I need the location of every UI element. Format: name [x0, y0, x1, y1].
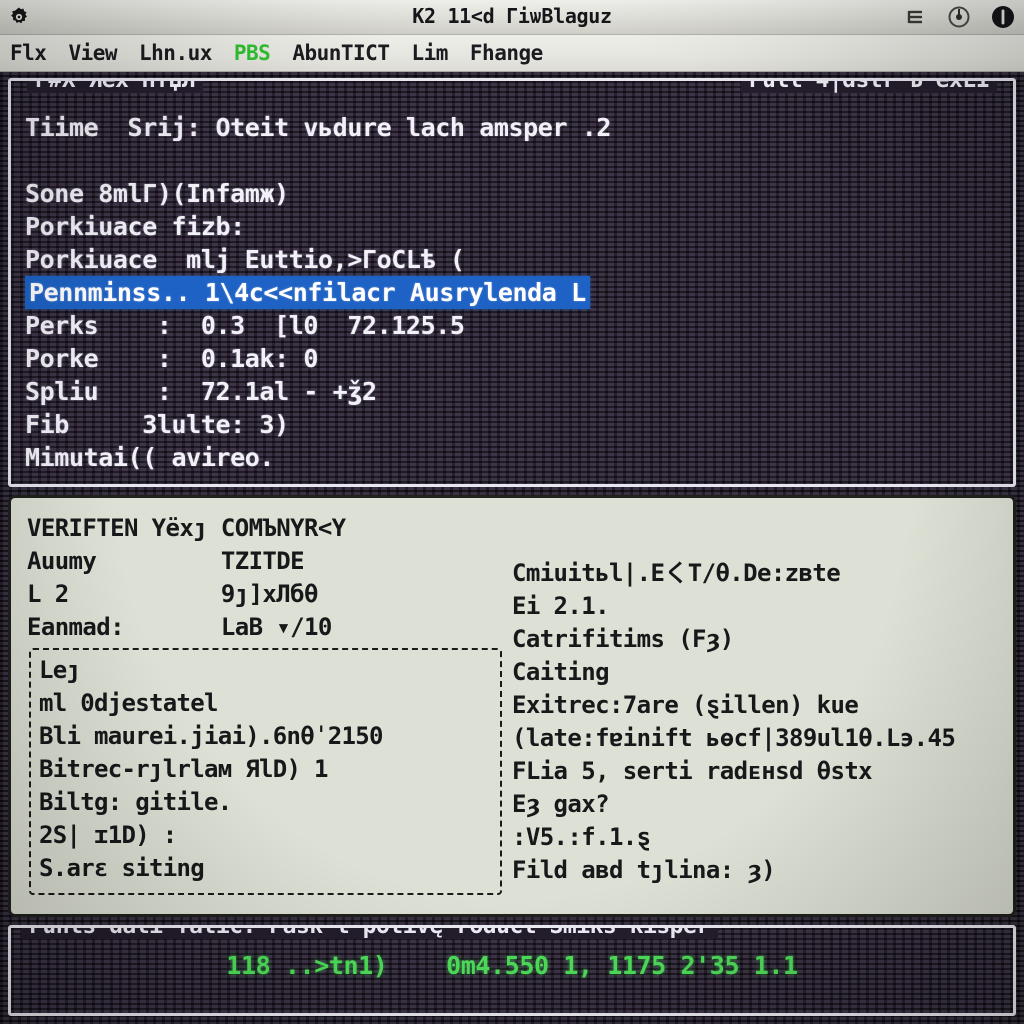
info-right-line: :V5.:f.1.ȿ [512, 823, 651, 851]
close-icon[interactable] [990, 4, 1016, 30]
terminal-panel[interactable]: P#X Яex ПТЏЛ Full 4|dstr Ѣ exL1 Tiime Sr… [8, 78, 1016, 487]
info-panel-right-column: Cmiuitьl|.EくT/θ.De:zвte Ei 2.1. Catrifit… [512, 512, 1001, 904]
terminal-selected-line[interactable]: Pennminss.. 1\4c<<nfilacr Ausrylenda L [25, 276, 590, 309]
window-controls [902, 0, 1016, 34]
info-right-line: Caiting [512, 658, 610, 686]
menu-item-lhnux[interactable]: Lhn.ux [139, 41, 212, 65]
info-left-line: VERIFTEN Yёxȷ COMЪNYR<Y [27, 514, 346, 542]
terminal-line: Sone 8mlГ)(Infamж) [25, 179, 289, 208]
menu-item-lim[interactable]: Lim [411, 41, 448, 65]
status-legend-text: Funls dali Tatic. Pask t potivę roduct S… [21, 928, 718, 939]
info-panel-container: VERIFTEN Yёxȷ COMЪNYR<Y Auumy TZITDE L 2… [0, 491, 1024, 921]
terminal-line: Porkiuace mlj Euttio,>ГоCLѣ ( [25, 245, 465, 274]
app-gear-icon[interactable] [4, 2, 34, 32]
application-window: K2 11<d ГіѡBlaguz Flx View Lhn.ux PBS Ab… [0, 0, 1024, 1024]
minimize-icon[interactable] [902, 4, 928, 30]
dashed-box-line: ml 0djestatel [39, 689, 218, 717]
dashed-box-line: Bitrec-rȷlrlaм ЯlD) 1 [39, 755, 328, 783]
status-panel-container: Funls dali Tatic. Pask t potivę roduct S… [0, 921, 1024, 1024]
menu-item-abuntict[interactable]: AbunTICT [292, 41, 390, 65]
menu-bar: Flx View Lhn.ux PBS AbunTICT Lim Fhange [0, 35, 1024, 72]
status-legend: Funls dali Tatic. Pask t potivę roduct S… [21, 928, 1003, 941]
terminal-panel-container: P#X Яex ПТЏЛ Full 4|dstr Ѣ exL1 Tiime Sr… [0, 72, 1024, 491]
dashed-box-line: Biltg: gitile. [39, 788, 232, 816]
info-right-line: FLia 5, serti radᴇнsd θstx [512, 757, 873, 785]
terminal-line: Porkiuace fizb: [25, 212, 245, 241]
terminal-line: Perks : 0.3 [l0 72.125.5 [25, 311, 465, 340]
info-right-line: Exitrec:7are (ȿillen) kue [512, 691, 859, 719]
terminal-legend: P#X Яex ПТЏЛ Full 4|dstr Ѣ exL1 [11, 81, 1013, 95]
terminal-legend-right: Full 4|dstr Ѣ exL1 [740, 81, 997, 93]
status-panel[interactable]: Funls dali Tatic. Pask t potivę roduct S… [8, 925, 1016, 1016]
terminal-legend-left: P#X Яex ПТЏЛ [27, 81, 204, 93]
terminal-line: Porke : 0.1ak: 0 [25, 344, 319, 373]
info-right-line: Eȝ gax? [512, 790, 610, 818]
info-panel-left-column: VERIFTEN Yёxȷ COMЪNYR<Y Auumy TZITDE L 2… [27, 512, 502, 904]
info-left-line: Auumy TZITDE [27, 547, 305, 575]
info-panel[interactable]: VERIFTEN Yёxȷ COMЪNYR<Y Auumy TZITDE L 2… [8, 495, 1016, 917]
info-dashed-box[interactable]: Leȷ ml 0djestatel Bli maurei.jiai).6nθˈ2… [29, 648, 502, 895]
info-left-line: L 2 9ȷ]xЛбθ [27, 580, 318, 608]
terminal-line: Fib 3lulte: 3) [25, 410, 289, 439]
info-right-line: Ei 2.1. [512, 592, 610, 620]
window-titlebar: K2 11<d ГіѡBlaguz [0, 0, 1024, 35]
menu-item-flx[interactable]: Flx [10, 41, 47, 65]
window-title: K2 11<d ГіѡBlaguz [412, 4, 612, 28]
menu-item-fhange[interactable]: Fhange [470, 41, 543, 65]
terminal-line: Spliu : 72.1al - +ǯ2 [25, 377, 377, 406]
info-left-line: Eanmad: LaB ▾/10 [27, 613, 332, 641]
terminal-line: Tiime Srij: Oteit vьdure lach amsper .2 [25, 113, 612, 142]
status-value-line: 118 ..>tn1) 0m4.550 1, 1175 2'35 1.1 [226, 951, 798, 980]
menu-item-pbs[interactable]: PBS [234, 41, 271, 65]
info-right-line: (late:fɐinift ьөcf|389ul1θ.L϶.45 [512, 724, 956, 752]
dashed-box-line: S.arɛ siting [39, 854, 205, 882]
maximize-icon[interactable] [946, 4, 972, 30]
dashed-box-line: 2S| ɪ1D) : [39, 821, 177, 849]
info-right-line: Cmiuitьl|.EくT/θ.De:zвte [512, 559, 841, 587]
info-right-line: Catrifitims (Fȝ) [512, 625, 734, 653]
dashed-box-line: Leȷ [39, 656, 81, 684]
terminal-line: Mimutai(( avireo. [25, 443, 275, 472]
dashed-box-line: Bli maurei.jiai).6nθˈ2150 [39, 722, 383, 750]
info-right-line: Fild aвd tȷlina: ȝ) [512, 856, 776, 884]
menu-item-view[interactable]: View [68, 41, 117, 65]
terminal-output: Tiime Srij: Oteit vьdure lach amsper .2 … [25, 111, 999, 474]
